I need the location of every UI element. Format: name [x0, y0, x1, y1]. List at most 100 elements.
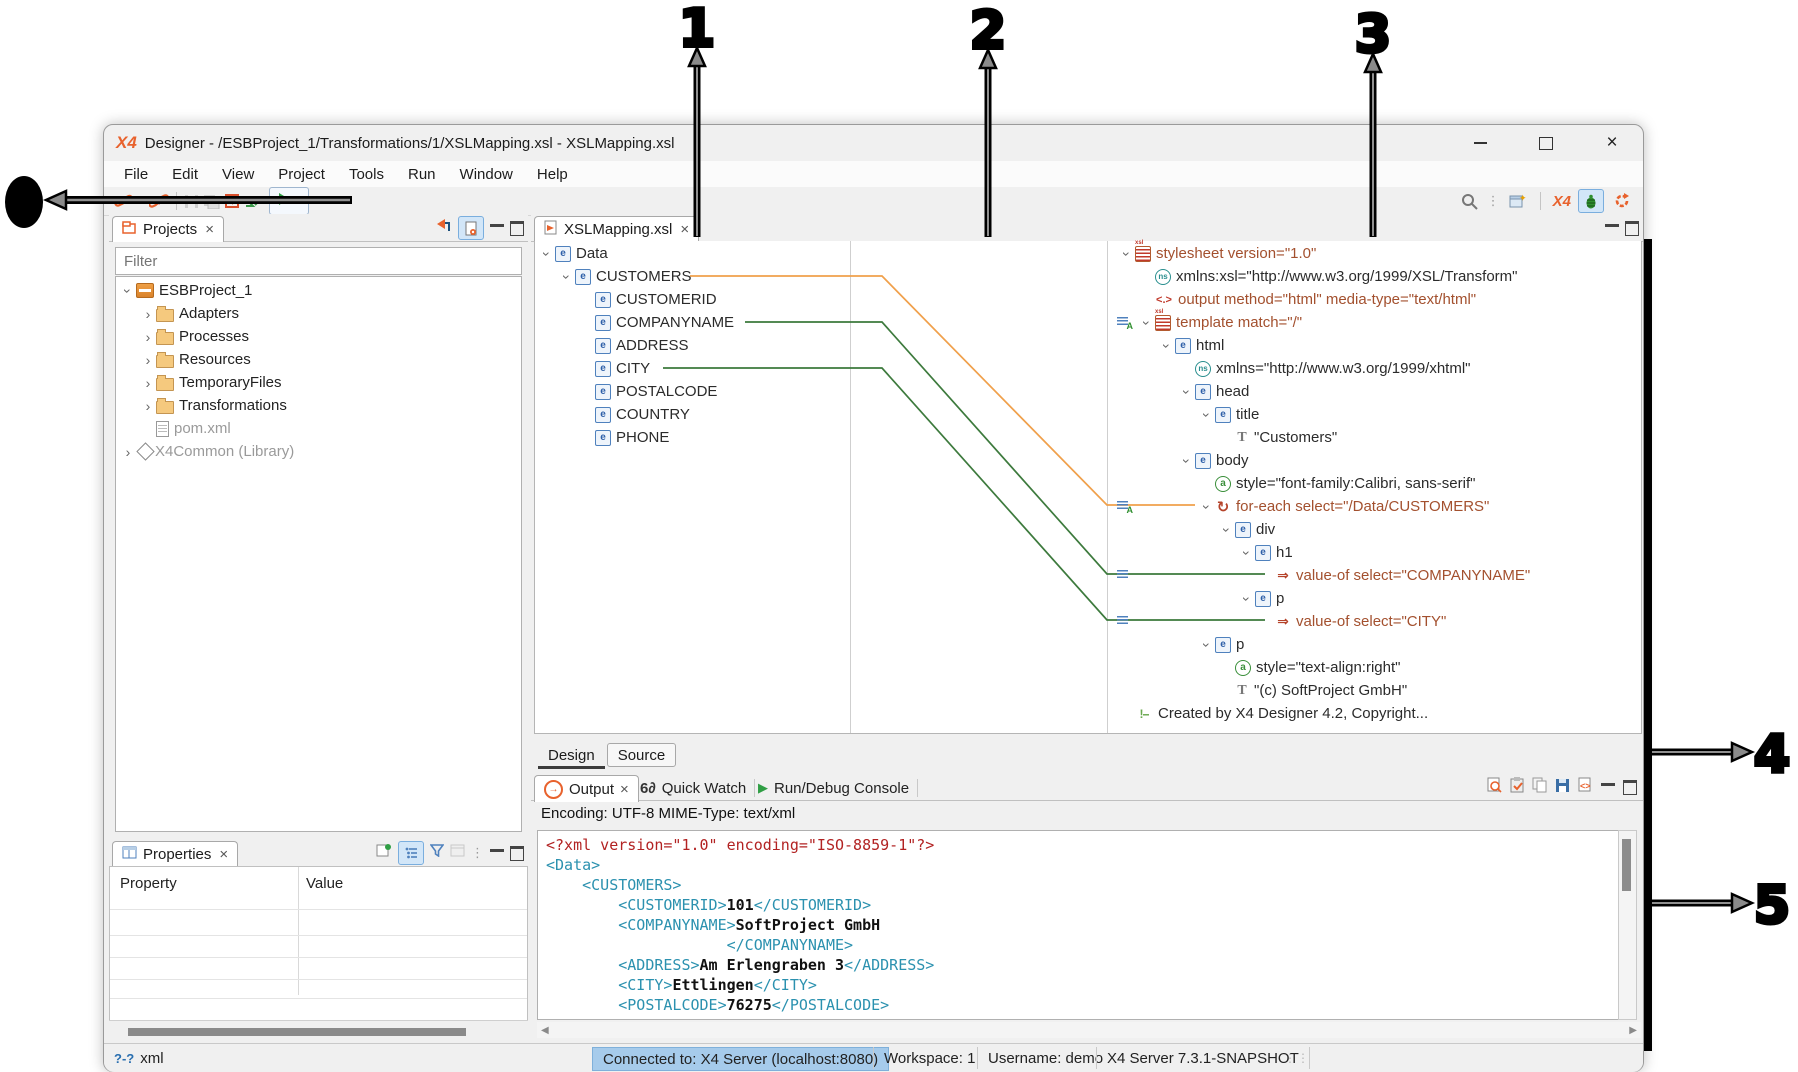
tab-quick-watch[interactable]: 6∂ Quick Watch [631, 775, 755, 801]
chevron-expanded-icon[interactable]: › [1199, 637, 1215, 653]
restore-panel-icon[interactable] [1623, 780, 1637, 795]
minimize-panel-icon[interactable] [490, 849, 504, 852]
close-button[interactable]: × [1599, 132, 1625, 154]
output-vertical-scrollbar[interactable] [1618, 830, 1637, 1020]
debug-bug-icon[interactable] [1578, 189, 1604, 213]
scroll-right-icon[interactable]: ▶ [1629, 1025, 1637, 1036]
source-node-city[interactable]: eCITY [535, 357, 650, 380]
minimize-panel-icon[interactable] [1601, 783, 1615, 786]
view-menu-icon[interactable]: ⋮ [471, 845, 484, 861]
chevron-expanded-icon[interactable]: › [1119, 246, 1135, 262]
xsl-node-output[interactable]: <.>output method="html" media-type="text… [1109, 288, 1476, 311]
source-node-data[interactable]: ›eData [535, 242, 608, 265]
chevron-expanded-icon[interactable]: › [120, 283, 136, 299]
link-with-editor-icon[interactable] [458, 216, 484, 240]
tree-item-adapters[interactable]: ›Adapters [116, 302, 521, 325]
minimize-button[interactable] [1467, 132, 1493, 154]
link-icon[interactable] [114, 190, 134, 212]
close-icon[interactable]: × [219, 846, 228, 863]
tab-source[interactable]: Source [607, 743, 677, 767]
restore-panel-icon[interactable] [510, 221, 524, 236]
xsl-node-style-text-align-right-[interactable]: astyle="text-align:right" [1109, 656, 1400, 679]
save-output-icon[interactable] [1555, 778, 1570, 798]
xsl-node-Created[interactable]: !--Created by X4 Designer 4.2, Copyright… [1109, 702, 1428, 725]
xsl-node-xmlns-xsl-http-www-w3-org-1999-XSL-Transform-[interactable]: nsxmlns:xsl="http://www.w3.org/1999/XSL/… [1109, 265, 1517, 288]
tree-item-pom-xml[interactable]: pom.xml [116, 417, 521, 440]
chevron-expanded-icon[interactable]: › [1199, 499, 1215, 515]
close-icon[interactable]: × [205, 221, 214, 238]
chevron-expanded-icon[interactable]: › [559, 269, 575, 285]
tree-item-esbproject-1[interactable]: ›ESBProject_1 [116, 279, 521, 302]
menu-run[interactable]: Run [396, 164, 448, 185]
connection-status[interactable]: Connected to: X4 Server (localhost:8080) [592, 1047, 889, 1071]
tree-item-transformations[interactable]: ›Transformations [116, 394, 521, 417]
chevron-expanded-icon[interactable]: › [1239, 591, 1255, 607]
validate-icon[interactable] [1510, 777, 1524, 798]
chevron-expanded-icon[interactable]: › [1139, 315, 1155, 331]
menu-file[interactable]: File [112, 164, 160, 185]
xsl-node-value-of[interactable]: ⇒value-of select="COMPANYNAME" [1109, 564, 1530, 587]
restore-panel-icon[interactable] [510, 846, 524, 861]
chevron-collapsed-icon[interactable]: › [140, 398, 156, 414]
xsl-node-h1[interactable]: ›eh1 [1109, 541, 1293, 564]
xsl-node-xmlns-http-www-w3-org-1999-xhtml-[interactable]: nsxmlns="http://www.w3.org/1999/xhtml" [1109, 357, 1471, 380]
menu-view[interactable]: View [210, 164, 266, 185]
xsl-node-title[interactable]: ›etitle [1109, 403, 1259, 426]
tree-item-processes[interactable]: ›Processes [116, 325, 521, 348]
source-node-postalcode[interactable]: ePOSTALCODE [535, 380, 717, 403]
tab-run-debug-console[interactable]: ▶ Run/Debug Console [749, 775, 918, 801]
unlink-icon[interactable]: * [149, 190, 169, 212]
xsl-node--Customers-[interactable]: T"Customers" [1109, 426, 1337, 449]
filter-icon[interactable] [430, 844, 444, 862]
save-all-icon[interactable] [203, 190, 220, 212]
xsl-node-value-of[interactable]: ⇒value-of select="CITY" [1109, 610, 1446, 633]
link-dropdown-icon[interactable] [139, 199, 147, 204]
run-play-icon[interactable] [277, 192, 290, 211]
import-arrow-icon[interactable] [434, 218, 452, 239]
open-as-xml-icon[interactable]: <> [1578, 777, 1593, 798]
menu-tools[interactable]: Tools [337, 164, 396, 185]
maximize-button[interactable] [1533, 132, 1559, 154]
chevron-expanded-icon[interactable]: › [1179, 384, 1195, 400]
save-icon[interactable] [184, 190, 199, 212]
source-node-companyname[interactable]: eCOMPANYNAME [535, 311, 734, 334]
close-icon[interactable]: × [680, 221, 689, 238]
source-node-customerid[interactable]: eCUSTOMERID [535, 288, 717, 311]
chevron-collapsed-icon[interactable]: › [140, 375, 156, 391]
run-dropdown-icon[interactable] [293, 199, 301, 204]
pin-property-icon[interactable] [376, 843, 392, 863]
xsl-node--c-[interactable]: T"(c) SoftProject GmbH" [1109, 679, 1407, 702]
xsl-node-head[interactable]: ›ehead [1109, 380, 1249, 403]
source-node-address[interactable]: eADDRESS [535, 334, 689, 357]
chevron-collapsed-icon[interactable]: › [140, 352, 156, 368]
column-value[interactable]: Value [306, 875, 343, 892]
tab-xslmapping[interactable]: XSLMapping.xsl × [534, 216, 699, 242]
chevron-expanded-icon[interactable]: › [1179, 453, 1195, 469]
chevron-collapsed-icon[interactable]: › [140, 306, 156, 322]
tab-projects[interactable]: Projects × [112, 216, 224, 242]
chevron-expanded-icon[interactable]: › [1239, 545, 1255, 561]
restore-panel-icon[interactable] [1625, 221, 1639, 236]
tree-item-temporaryfiles[interactable]: ›TemporaryFiles [116, 371, 521, 394]
chevron-expanded-icon[interactable]: › [1199, 407, 1215, 423]
xsl-node-for-each[interactable]: A›↻for-each select="/Data/CUSTOMERS" [1109, 495, 1489, 518]
tab-design[interactable]: Design [538, 744, 605, 769]
xsl-node-style-font-family-Calibri-[interactable]: astyle="font-family:Calibri, sans-serif" [1109, 472, 1475, 495]
tab-output[interactable]: → Output × [534, 775, 639, 802]
chevron-expanded-icon[interactable]: › [1219, 522, 1235, 538]
column-property[interactable]: Property [120, 875, 177, 892]
search-icon[interactable] [1461, 190, 1478, 212]
transform-icon[interactable] [244, 190, 261, 212]
output-horizontal-scrollbar[interactable]: ◀ ▶ [537, 1022, 1641, 1038]
chevron-collapsed-icon[interactable]: › [120, 444, 136, 460]
menu-project[interactable]: Project [266, 164, 337, 185]
xsl-node-template[interactable]: A›template match="/" [1109, 311, 1302, 334]
source-node-country[interactable]: eCOUNTRY [535, 403, 690, 426]
chevron-expanded-icon[interactable]: › [1159, 338, 1175, 354]
menu-window[interactable]: Window [448, 164, 525, 185]
xsl-node-body[interactable]: ›ebody [1109, 449, 1249, 472]
menu-edit[interactable]: Edit [160, 164, 210, 185]
xsl-node-stylesheet[interactable]: ›stylesheet version="1.0" [1109, 242, 1316, 265]
chevron-collapsed-icon[interactable]: › [140, 329, 156, 345]
minimize-panel-icon[interactable] [490, 224, 504, 227]
